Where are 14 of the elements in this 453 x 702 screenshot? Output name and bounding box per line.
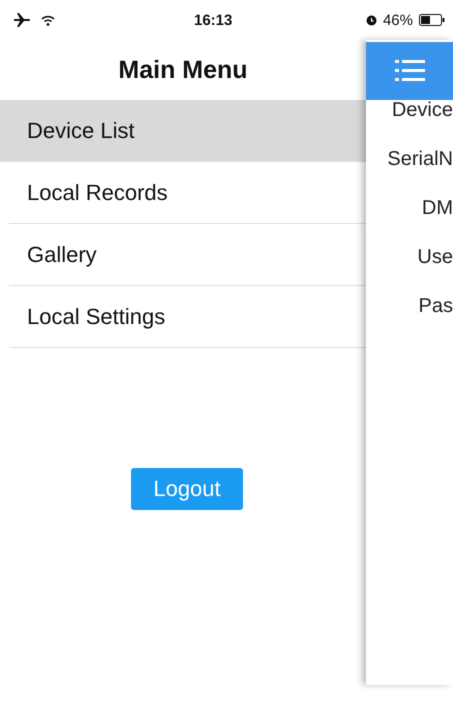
status-time: 16:13 <box>194 12 234 28</box>
menu-item[interactable]: Device List <box>0 100 366 162</box>
field-label: Pas <box>418 295 453 317</box>
battery-percent: 46% <box>382 12 413 28</box>
field-label: SerialN <box>387 148 453 170</box>
menu-icon[interactable] <box>394 59 424 83</box>
alarm-clock-icon <box>366 14 377 26</box>
battery-icon <box>419 14 445 26</box>
field-label: DM <box>422 197 453 219</box>
field-label: Device <box>392 99 453 121</box>
wifi-icon <box>41 14 55 26</box>
airplane-icon <box>14 13 31 27</box>
menu-title: Main Menu <box>117 54 249 86</box>
field-label: Use <box>417 246 453 268</box>
